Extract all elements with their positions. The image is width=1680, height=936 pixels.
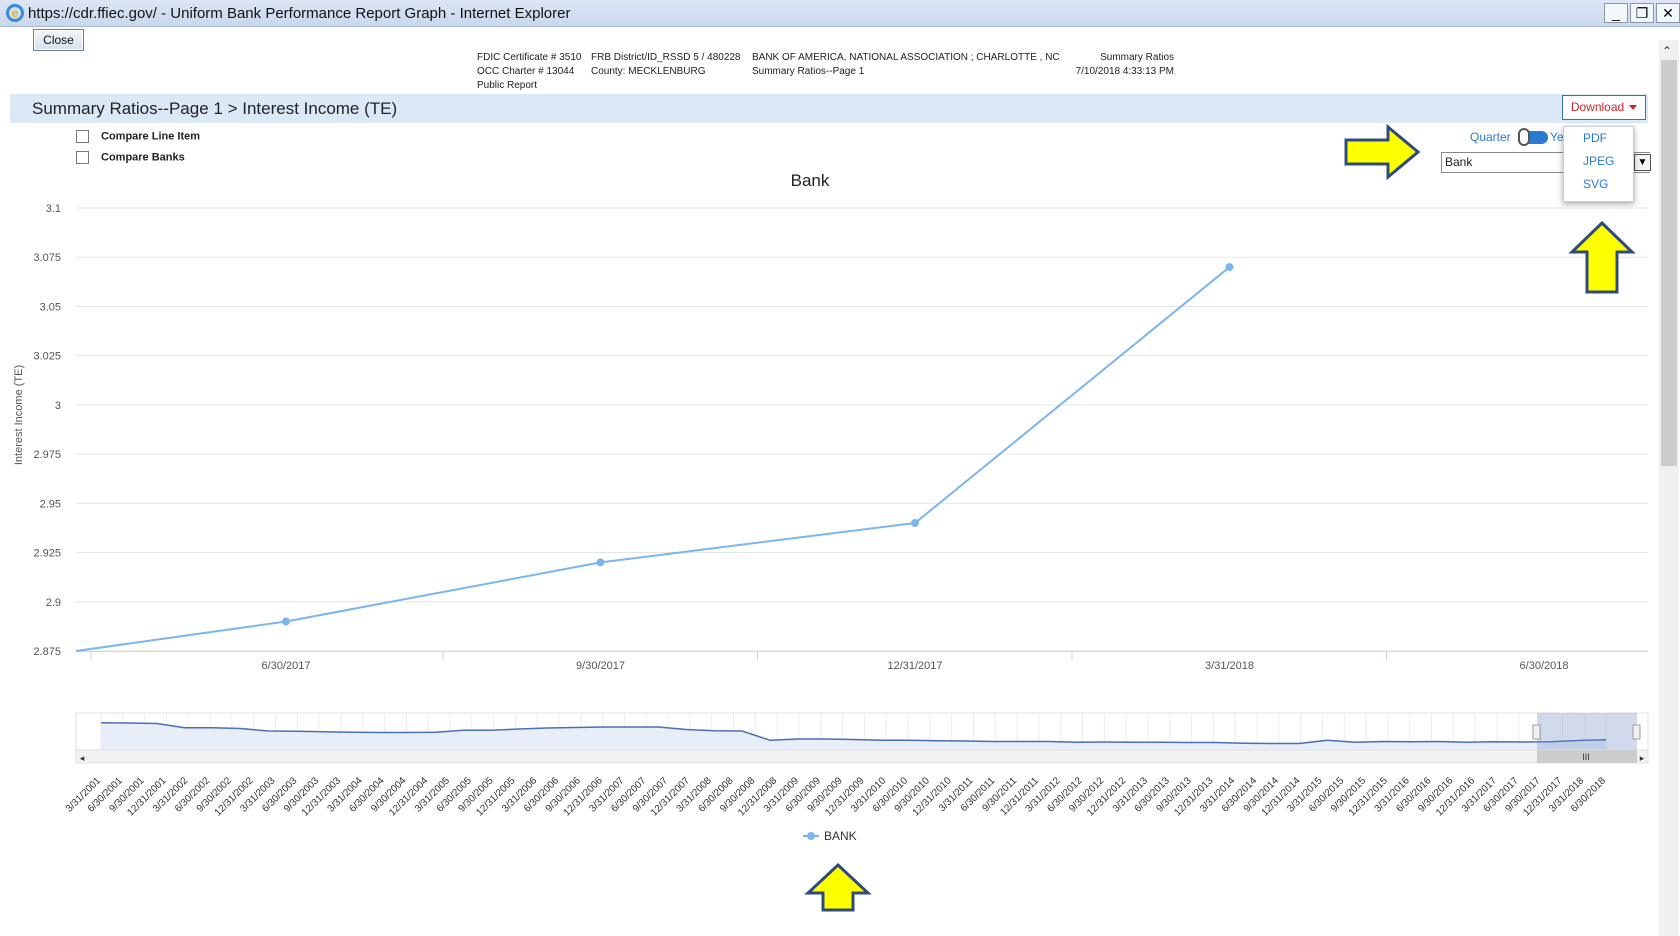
data-point [282,617,290,626]
y-tick-label: 2.975 [33,449,61,461]
x-tick-label: 3/31/2018 [1205,660,1254,672]
chart-svg: 3.1 3.075 3.05 3.025 3 2.975 2.95 2.925 2.9 2.875… [13,123,1649,912]
x-tick-labels: 6/30/2017 9/30/2017 12/31/2017 3/31/2018 6/3… [262,660,1569,672]
chart-legend: BANK [803,829,857,843]
scroll-up-icon[interactable]: ⌃ [1662,44,1672,58]
close-window-button[interactable]: ✕ [1656,3,1680,23]
navigator-scroll-grip: III [1582,752,1590,762]
navigator-handle-left [1532,724,1541,740]
y-tick-label: 3.075 [33,252,61,264]
y-tick-label: 2.95 [40,498,61,510]
up-arrow-icon [804,862,872,912]
vertical-scrollbar[interactable]: ⌃ [1659,40,1679,936]
x-tick-label: 12/31/2017 [887,660,942,672]
navigator-scrollbar [75,749,1649,764]
data-point [1225,263,1234,272]
x-tick-label: 6/30/2017 [262,660,311,672]
series-line [75,266,1231,652]
scroll-thumb[interactable] [1661,60,1677,466]
scroll-left-icon: ◂ [80,753,85,763]
y-tick-label: 3.025 [33,351,61,363]
data-point [911,519,919,528]
y-tick-label: 2.925 [33,548,61,560]
y-tick-label: 3 [55,400,61,412]
chart-grid [76,207,1648,661]
legend-marker [807,832,815,840]
y-tick-label: 3.05 [40,301,61,313]
x-tick-label: 9/30/2017 [576,660,625,672]
y-tick-label: 3.1 [46,203,61,215]
y-tick-label: 2.875 [33,646,61,658]
navigator: III◂ ▸3/31/20016/30/20019/30/200112/31/20… [64,712,1649,819]
navigator-handle-right [1632,724,1641,740]
scroll-right-icon: ▸ [1640,753,1645,763]
y-tick-labels: 3.1 3.075 3.05 3.025 3 2.975 2.95 2.925 2.9 2.875 [33,203,61,658]
chart-series [75,263,1234,652]
legend-label: BANK [824,829,857,843]
x-tick-label: 6/30/2018 [1520,660,1569,672]
y-tick-label: 2.9 [46,597,61,609]
y-axis-label: Interest Income (TE) [13,365,25,465]
right-arrow-icon [1344,123,1421,181]
data-point [596,558,605,567]
